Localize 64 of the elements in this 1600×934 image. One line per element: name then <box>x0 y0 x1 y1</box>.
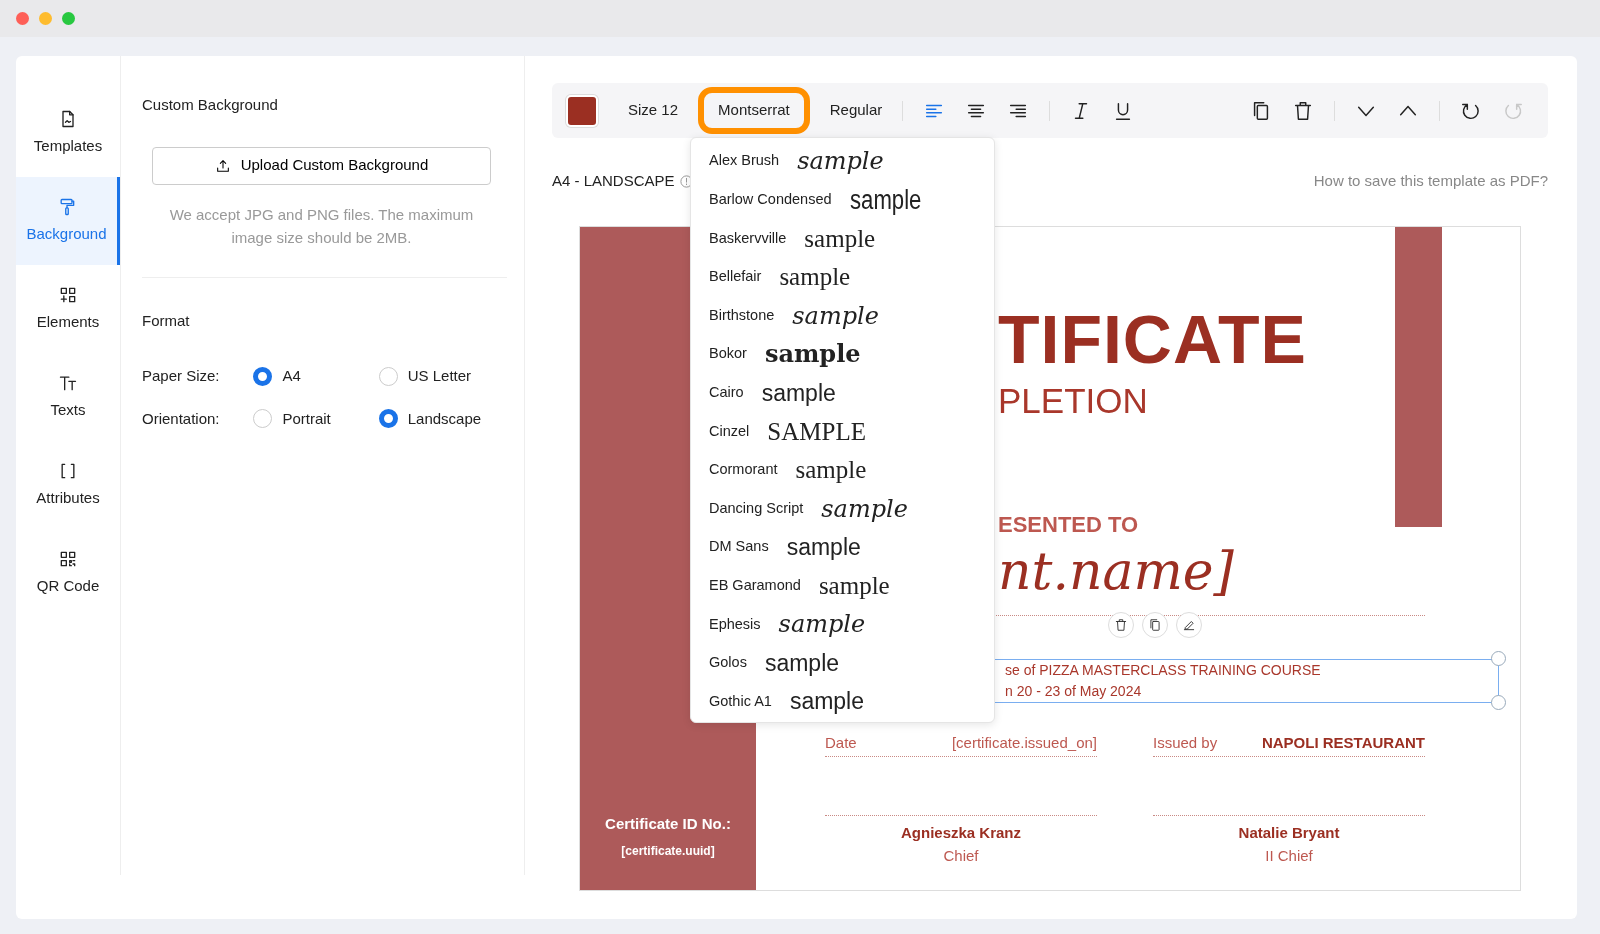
font-option[interactable]: Baskervville sample <box>709 219 994 258</box>
font-option[interactable]: Ephesis sample <box>709 605 994 644</box>
edit-element-button[interactable] <box>1176 611 1202 638</box>
resize-handle[interactable] <box>1491 694 1506 710</box>
help-link[interactable]: How to save this template as PDF? <box>1313 170 1548 193</box>
radio-button[interactable] <box>378 409 398 429</box>
font-weight-select[interactable]: Regular <box>819 93 893 128</box>
option-label: Portrait <box>282 408 331 429</box>
certificate-title: TIFICATE <box>998 304 1308 373</box>
signer-name: Agnieszka Kranz <box>899 823 1022 843</box>
sidebar-item[interactable]: QR Code <box>16 529 120 617</box>
signer-role: Chief <box>942 845 980 866</box>
font-option[interactable]: Dancing Script sample <box>709 489 994 528</box>
sidebar-item[interactable]: Elements <box>16 265 120 353</box>
signer-name: Natalie Bryant <box>1237 823 1341 843</box>
duplicate-element-button[interactable] <box>1142 611 1168 638</box>
radio-button[interactable] <box>378 366 398 386</box>
presented-to-text: ESENTED TO <box>998 510 1140 539</box>
sidebar-item[interactable]: Attributes <box>16 441 120 529</box>
font-size-select[interactable]: Size 12 <box>618 93 689 128</box>
option-label: Landscape <box>407 408 482 429</box>
field-label: Paper Size: <box>142 366 221 386</box>
issuer-label: Issued by <box>1153 732 1218 753</box>
trash-icon <box>1114 617 1128 632</box>
upload-button[interactable]: Upload Custom Background <box>152 146 491 185</box>
recipient-name: nt.name] <box>998 542 1235 600</box>
delete-element-button[interactable] <box>1108 611 1134 638</box>
font-option[interactable]: DM Sans sample <box>709 527 994 567</box>
certificate-id-label: Certificate ID No.: <box>605 814 731 834</box>
issuer-name: NAPOLI RESTAURANT <box>1261 732 1425 753</box>
certificate-subtitle: PLETION <box>998 382 1149 418</box>
radio-button[interactable] <box>253 409 273 429</box>
copy-icon <box>1148 617 1162 632</box>
sidebar-item[interactable]: Texts <box>16 353 120 441</box>
sidebar-item[interactable]: Templates <box>16 89 120 177</box>
font-option[interactable]: Bokor sample <box>709 334 994 374</box>
font-option[interactable]: Cinzel SAMPLE <box>709 412 994 451</box>
upload-hint: We accept JPG and PNG files. The maximum image size should be 2MB. <box>168 204 475 248</box>
date-label: Date <box>825 732 857 753</box>
font-option[interactable]: Bellefair sample <box>709 257 994 297</box>
radio-button[interactable] <box>253 366 273 386</box>
field-label: Orientation: <box>142 408 221 429</box>
sidebar-item[interactable]: Background <box>16 177 120 265</box>
date-value: [certificate.issued_on] <box>951 732 1097 753</box>
certificate-id-value: [certificate.uuid] <box>621 842 715 860</box>
color-swatch[interactable] <box>566 94 598 127</box>
format-label: A4 - LANDSCAPE <box>552 171 675 191</box>
upload-icon <box>214 157 231 174</box>
font-option[interactable]: Cormorant sample <box>709 450 994 490</box>
option-label: US Letter <box>407 366 472 386</box>
signer-role: II Chief <box>1264 845 1314 866</box>
panel-title: Custom Background <box>142 95 279 115</box>
resize-handle[interactable] <box>1491 650 1506 666</box>
font-option[interactable]: Barlow Condensed sample <box>709 180 994 220</box>
course-text-line: se of PIZZA MASTERCLASS TRAINING COURSE <box>1005 660 1322 680</box>
section-title: Format <box>142 310 191 331</box>
font-option[interactable]: Birthstone sample <box>709 296 994 335</box>
option-label: A4 <box>282 366 301 386</box>
font-family-select[interactable]: Montserrat <box>698 87 810 134</box>
font-option[interactable]: Cairo sample <box>709 373 994 413</box>
font-option[interactable]: Alex Brush sample <box>709 142 994 181</box>
trash-icon <box>1292 99 1314 122</box>
course-text-line: n 20 - 23 of May 2024 <box>1005 681 1143 701</box>
font-option[interactable]: EB Garamond sample <box>709 566 994 606</box>
